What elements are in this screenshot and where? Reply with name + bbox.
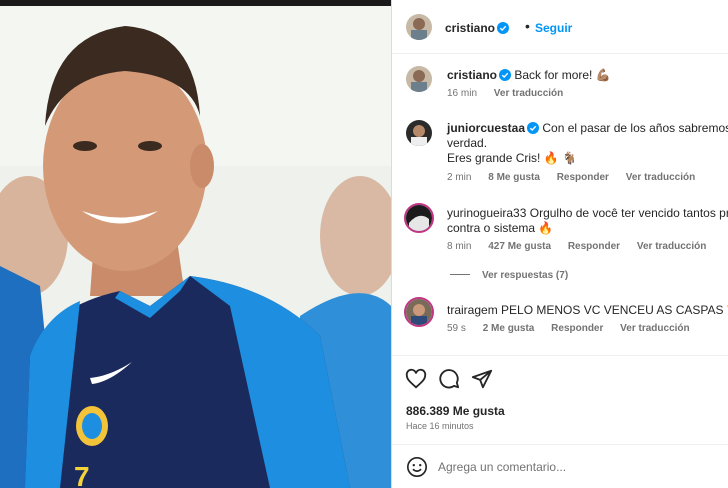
verified-icon xyxy=(527,122,540,134)
comment-text: PELO MENOS VC VENCEU AS CASPAS 🏆 xyxy=(501,303,728,317)
comment-input[interactable]: Agrega un comentario... xyxy=(438,460,566,474)
comment-icon[interactable] xyxy=(438,368,460,390)
player-photo: 7 xyxy=(0,6,391,488)
heart-icon[interactable] xyxy=(405,368,427,390)
svg-text:7: 7 xyxy=(74,461,90,488)
comment-text: Orgulho de você ter vencido tantos prêmi… xyxy=(529,206,728,220)
commenter-avatar[interactable] xyxy=(406,66,432,92)
comment-text-line: Eres grande Cris! 🔥 🐐 xyxy=(447,151,577,165)
author-username[interactable]: cristiano xyxy=(445,21,510,35)
translate-link[interactable]: Ver traducción xyxy=(494,88,563,99)
reply-button[interactable]: Responder xyxy=(568,241,620,252)
like-count[interactable]: 427 Me gusta xyxy=(488,241,551,252)
commenter-avatar[interactable] xyxy=(404,203,434,233)
comment-time: 8 min xyxy=(447,241,472,252)
post-time: Hace 16 minutos xyxy=(406,421,474,431)
comment-time: 2 min xyxy=(447,172,472,183)
share-icon[interactable] xyxy=(471,368,493,390)
likes-count[interactable]: 886.389 Me gusta xyxy=(406,404,505,418)
comment-text-line: contra o sistema 🔥 xyxy=(447,221,554,235)
like-count[interactable]: 8 Me gusta xyxy=(488,172,540,183)
follow-button[interactable]: Seguir xyxy=(535,21,572,35)
commenter-username[interactable]: juniorcuestaa xyxy=(447,121,525,135)
view-replies-label: Ver respuestas (7) xyxy=(482,270,569,281)
view-replies-button[interactable]: Ver respuestas (7) xyxy=(450,270,568,281)
commenter-username[interactable]: trairagem xyxy=(447,303,498,317)
author-avatar[interactable] xyxy=(406,14,432,40)
replies-line xyxy=(450,274,470,275)
comment-time: 16 min xyxy=(447,88,478,99)
post-panel: cristiano • Seguir cristiano Back for mo… xyxy=(391,0,728,488)
comment-text: Con el pasar de los años sabremos todos … xyxy=(542,121,728,135)
commenter-username[interactable]: cristiano xyxy=(447,68,497,82)
verified-icon xyxy=(497,22,510,34)
commenter-avatar[interactable] xyxy=(406,120,432,146)
emoji-icon[interactable] xyxy=(406,456,428,478)
translate-link[interactable]: Ver traducción xyxy=(620,323,689,334)
comment-time: 59 s xyxy=(447,323,466,334)
reply-button[interactable]: Responder xyxy=(551,323,603,334)
comment-text-line: verdad. xyxy=(447,136,488,150)
comment-text: Back for more! 💪🏽 xyxy=(514,68,611,82)
reply-button[interactable]: Responder xyxy=(557,172,609,183)
translate-link[interactable]: Ver traducción xyxy=(626,172,695,183)
commenter-username[interactable]: yurinogueira33 xyxy=(447,206,526,220)
post-photo[interactable]: 7 xyxy=(0,0,391,488)
like-count[interactable]: 2 Me gusta xyxy=(483,323,535,334)
verified-icon xyxy=(499,69,512,81)
commenter-avatar[interactable] xyxy=(404,297,434,327)
post-header: cristiano • Seguir xyxy=(392,0,728,54)
post-actions: 886.389 Me gusta Hace 16 minutos xyxy=(392,356,728,456)
comments-list[interactable]: cristiano Back for more! 💪🏽 16 min Ver t… xyxy=(392,54,728,356)
separator-dot: • xyxy=(525,18,530,34)
translate-link[interactable]: Ver traducción xyxy=(637,241,706,252)
add-comment-bar: Agrega un comentario... xyxy=(392,444,728,488)
